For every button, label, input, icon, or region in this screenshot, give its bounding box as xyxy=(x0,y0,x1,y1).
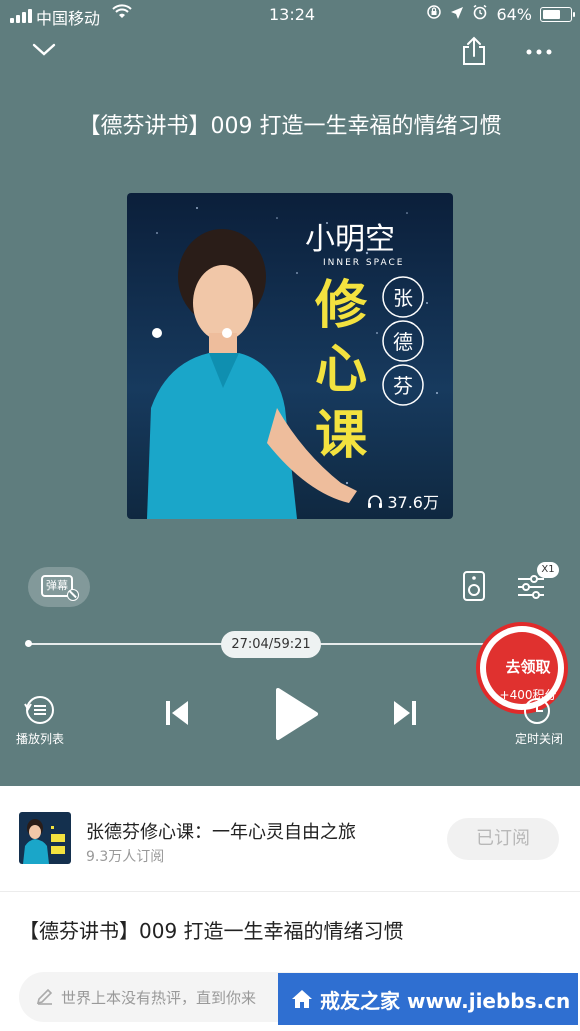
cover-artwork: 小明空 INNER SPACE 修 心 课 张 德 芬 xyxy=(127,193,453,519)
playlist-button[interactable] xyxy=(22,692,58,732)
comment-placeholder: 世界上本没有热评，直到你来 xyxy=(61,989,257,1007)
play-count-value: 37.6万 xyxy=(387,493,439,512)
speed-badge: X1 xyxy=(537,562,559,578)
disabled-icon xyxy=(67,589,79,601)
thumbnail-artwork xyxy=(19,812,71,864)
clock: 13:24 xyxy=(269,5,316,24)
pencil-icon xyxy=(35,986,55,1010)
danmaku-toggle[interactable]: 弹幕 xyxy=(28,567,90,607)
playlist-icon xyxy=(24,696,54,724)
status-bar: 中国移动 13:24 64% xyxy=(0,0,580,32)
collapse-button[interactable] xyxy=(30,40,58,64)
battery-percent: 64% xyxy=(496,4,532,24)
episode-title-secondary: 【德芬讲书】009 打造一生幸福的情绪习惯 xyxy=(19,919,404,943)
svg-text:德: 德 xyxy=(393,330,413,354)
album-thumbnail[interactable] xyxy=(19,812,71,864)
previous-button[interactable] xyxy=(164,699,190,731)
subscribe-button[interactable]: 已订阅 xyxy=(447,818,559,860)
speed-settings-button[interactable] xyxy=(516,574,546,604)
skip-next-icon xyxy=(394,701,416,725)
album-title[interactable]: 张德芬修心课：一年心灵自由之旅 xyxy=(86,818,356,844)
share-icon xyxy=(463,36,485,65)
carrier-name: 中国移动 xyxy=(36,9,101,28)
svg-text:芬: 芬 xyxy=(393,374,413,398)
svg-text:INNER SPACE: INNER SPACE xyxy=(323,258,404,268)
speaker-icon xyxy=(463,571,485,601)
more-button[interactable] xyxy=(526,44,552,63)
rotation-lock-icon xyxy=(426,4,442,24)
timer-label: 定时关闭 xyxy=(514,732,563,746)
album-subscriber-count: 9.3万人订阅 xyxy=(86,849,165,865)
next-button[interactable] xyxy=(392,699,418,731)
share-button[interactable] xyxy=(460,36,488,70)
battery-icon xyxy=(540,6,575,22)
progress-thumb[interactable] xyxy=(25,640,32,647)
site-watermark: 戒友之家 www.jiebbs.cn xyxy=(278,973,578,1025)
player-panel: 中国移动 13:24 64% 【德芬讲书】009 打造一生幸福的情绪习惯 小明空… xyxy=(0,0,580,786)
timer-icon xyxy=(524,698,550,724)
reward-badge-inner: 去领取 +400积分 xyxy=(486,632,558,704)
play-count: 37.6万 xyxy=(367,489,439,513)
svg-text:张: 张 xyxy=(393,286,413,310)
audio-output-button[interactable] xyxy=(462,570,486,606)
play-icon xyxy=(276,688,318,740)
headphones-icon xyxy=(368,495,383,508)
sliders-icon xyxy=(518,575,544,599)
cover-title-3: 课 xyxy=(315,406,368,466)
signal-icon xyxy=(10,9,32,23)
album-info-row[interactable]: 张德芬修心课：一年心灵自由之旅 9.3万人订阅 已订阅 xyxy=(0,786,580,892)
time-display: 27:04/59:21 xyxy=(221,631,321,658)
reward-line1: 去领取 xyxy=(505,658,551,676)
watermark-text: 戒友之家 www.jiebbs.cn xyxy=(320,988,571,1013)
play-button[interactable] xyxy=(272,686,320,746)
skip-previous-icon xyxy=(166,701,188,725)
album-cover: 小明空 INNER SPACE 修 心 课 张 德 芬 37.6万 xyxy=(127,193,453,519)
episode-title: 【德芬讲书】009 打造一生幸福的情绪习惯 xyxy=(78,114,502,139)
cover-brand-text: 小明空 xyxy=(305,222,395,257)
alarm-icon xyxy=(472,4,488,24)
cover-title-1: 修 xyxy=(315,276,368,336)
wifi-icon xyxy=(112,4,132,24)
location-icon xyxy=(450,5,464,24)
sleep-timer-button[interactable] xyxy=(522,696,552,730)
chevron-down-icon xyxy=(32,43,56,56)
more-dots-icon xyxy=(526,49,552,55)
home-icon xyxy=(292,990,312,1008)
cover-title-2: 心 xyxy=(315,340,367,400)
playlist-label: 播放列表 xyxy=(15,732,64,746)
